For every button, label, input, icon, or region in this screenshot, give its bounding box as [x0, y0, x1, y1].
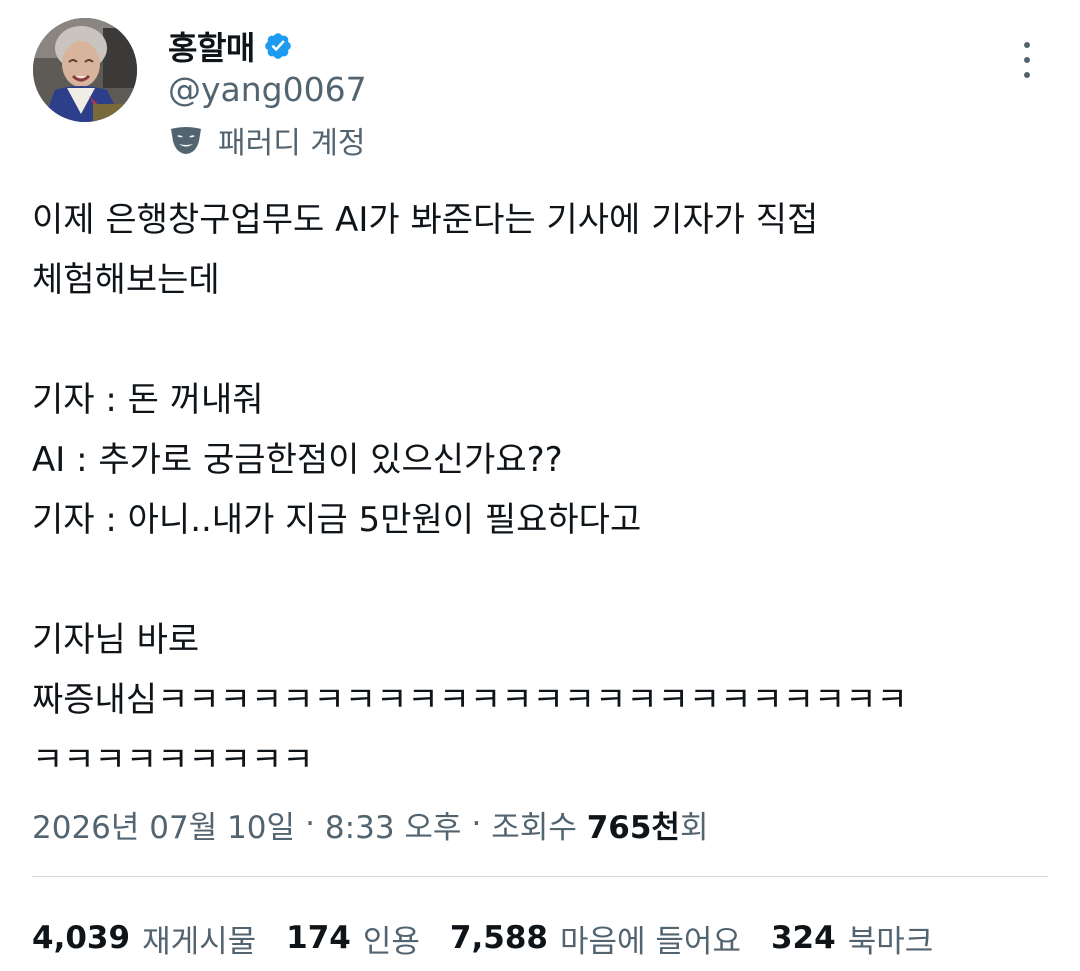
name-row: 홍할매	[168, 20, 293, 72]
verified-badge-icon	[265, 33, 291, 59]
tweet-line: AI : 추가로 궁금한점이 있으신가요??	[32, 440, 563, 480]
meta-separator: ·	[471, 806, 482, 842]
more-vertical-icon[interactable]	[1014, 42, 1040, 78]
display-name[interactable]: 홍할매	[168, 23, 255, 69]
parody-label: 패러디 계정	[218, 126, 366, 161]
bookmarks-count: 324	[770, 920, 836, 956]
quotes-stat[interactable]: 174 인용	[286, 916, 420, 961]
divider	[32, 876, 1048, 877]
tweet-text: 이제 은행창구업무도 AI가 봐준다는 기사에 기자가 직접 체험해보는데 기자…	[32, 190, 1052, 790]
avatar[interactable]	[33, 18, 137, 122]
views-count[interactable]: 765천	[587, 802, 680, 847]
retweets-count: 4,039	[32, 920, 131, 956]
tweet-date[interactable]: 2026년 07월 10일	[32, 802, 295, 847]
likes-label: 마음에 들어요	[559, 923, 741, 960]
tweet-time[interactable]: 8:33 오후	[325, 802, 462, 847]
retweets-stat[interactable]: 4,039 재게시물	[32, 916, 256, 961]
quotes-label: 인용	[362, 923, 420, 960]
likes-count: 7,588	[449, 920, 548, 956]
tweet-header: 홍할매 @yang0067 패러디 계정	[0, 0, 1080, 170]
meta-separator: ·	[305, 806, 315, 842]
quotes-count: 174	[286, 920, 351, 956]
tweet-line: 짜증내심ㅋㅋㅋㅋㅋㅋㅋㅋㅋㅋㅋㅋㅋㅋㅋㅋㅋㅋㅋㅋㅋㅋㅋㅋ	[32, 680, 908, 720]
tweet-line: 기자님 바로	[32, 620, 200, 660]
tweet-line: 체험해보는데	[32, 260, 220, 300]
tweet-line: 이제 은행창구업무도 AI가 봐준다는 기사에 기자가 직접	[32, 200, 819, 240]
tweet-line: ㅋㅋㅋㅋㅋㅋㅋㅋㅋ	[32, 740, 314, 780]
parody-account-label: 패러디 계정	[168, 118, 366, 162]
views-label: 조회수	[491, 809, 577, 846]
engagement-stats: 4,039 재게시물 174 인용 7,588 마음에 들어요 324 북마크	[32, 910, 963, 966]
tweet-detail: 홍할매 @yang0067 패러디 계정 이제 은행창구업무도 AI가 봐준다는…	[0, 0, 1080, 971]
bookmarks-label: 북마크	[847, 923, 934, 960]
likes-stat[interactable]: 7,588 마음에 들어요	[450, 916, 741, 961]
bookmarks-stat[interactable]: 324 북마크	[771, 916, 933, 961]
retweets-label: 재게시물	[142, 923, 257, 960]
tweet-line: 기자 : 아니..내가 지금 5만원이 필요하다고	[32, 500, 642, 540]
tweet-line: 기자 : 돈 꺼내줘	[32, 380, 264, 420]
mask-icon	[171, 127, 201, 154]
tweet-meta: 2026년 07월 10일 · 8:33 오후 · 조회수 765천 회	[32, 796, 708, 852]
handle[interactable]: @yang0067	[168, 70, 367, 109]
views-suffix: 회	[679, 809, 709, 846]
